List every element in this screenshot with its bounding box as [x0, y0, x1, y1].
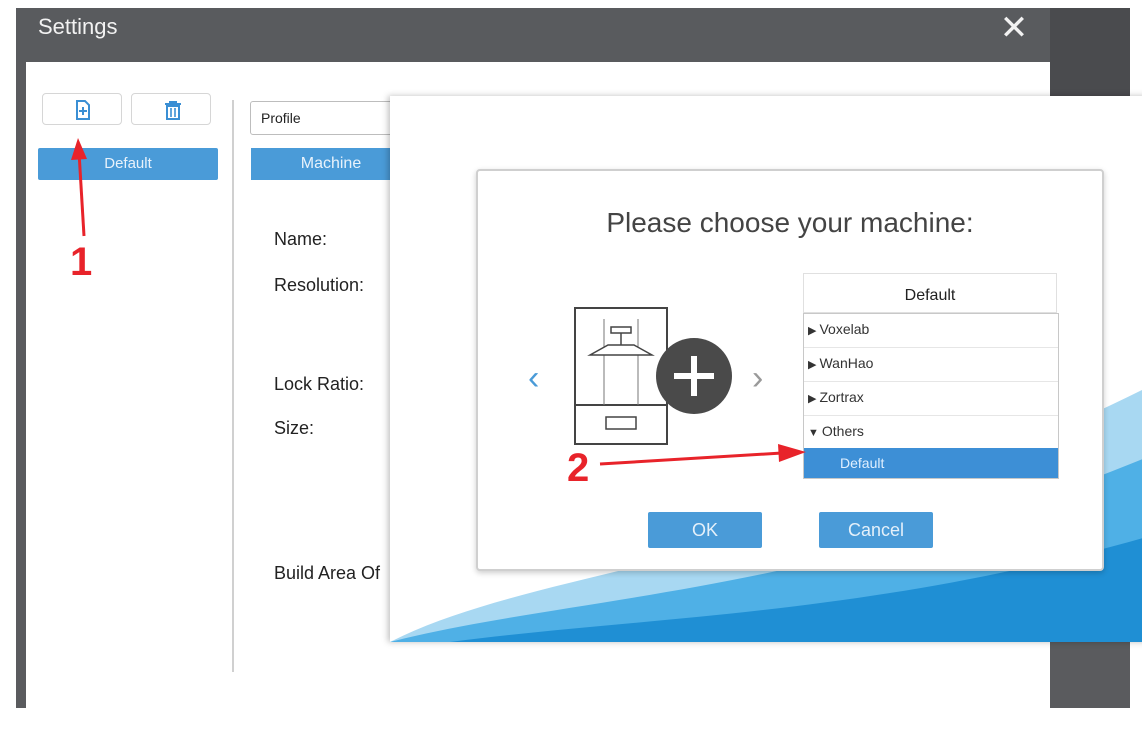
- annotation-arrows: [71, 138, 806, 466]
- annotation-step-2: 2: [567, 446, 590, 490]
- annotation-step-1: 1: [70, 240, 93, 284]
